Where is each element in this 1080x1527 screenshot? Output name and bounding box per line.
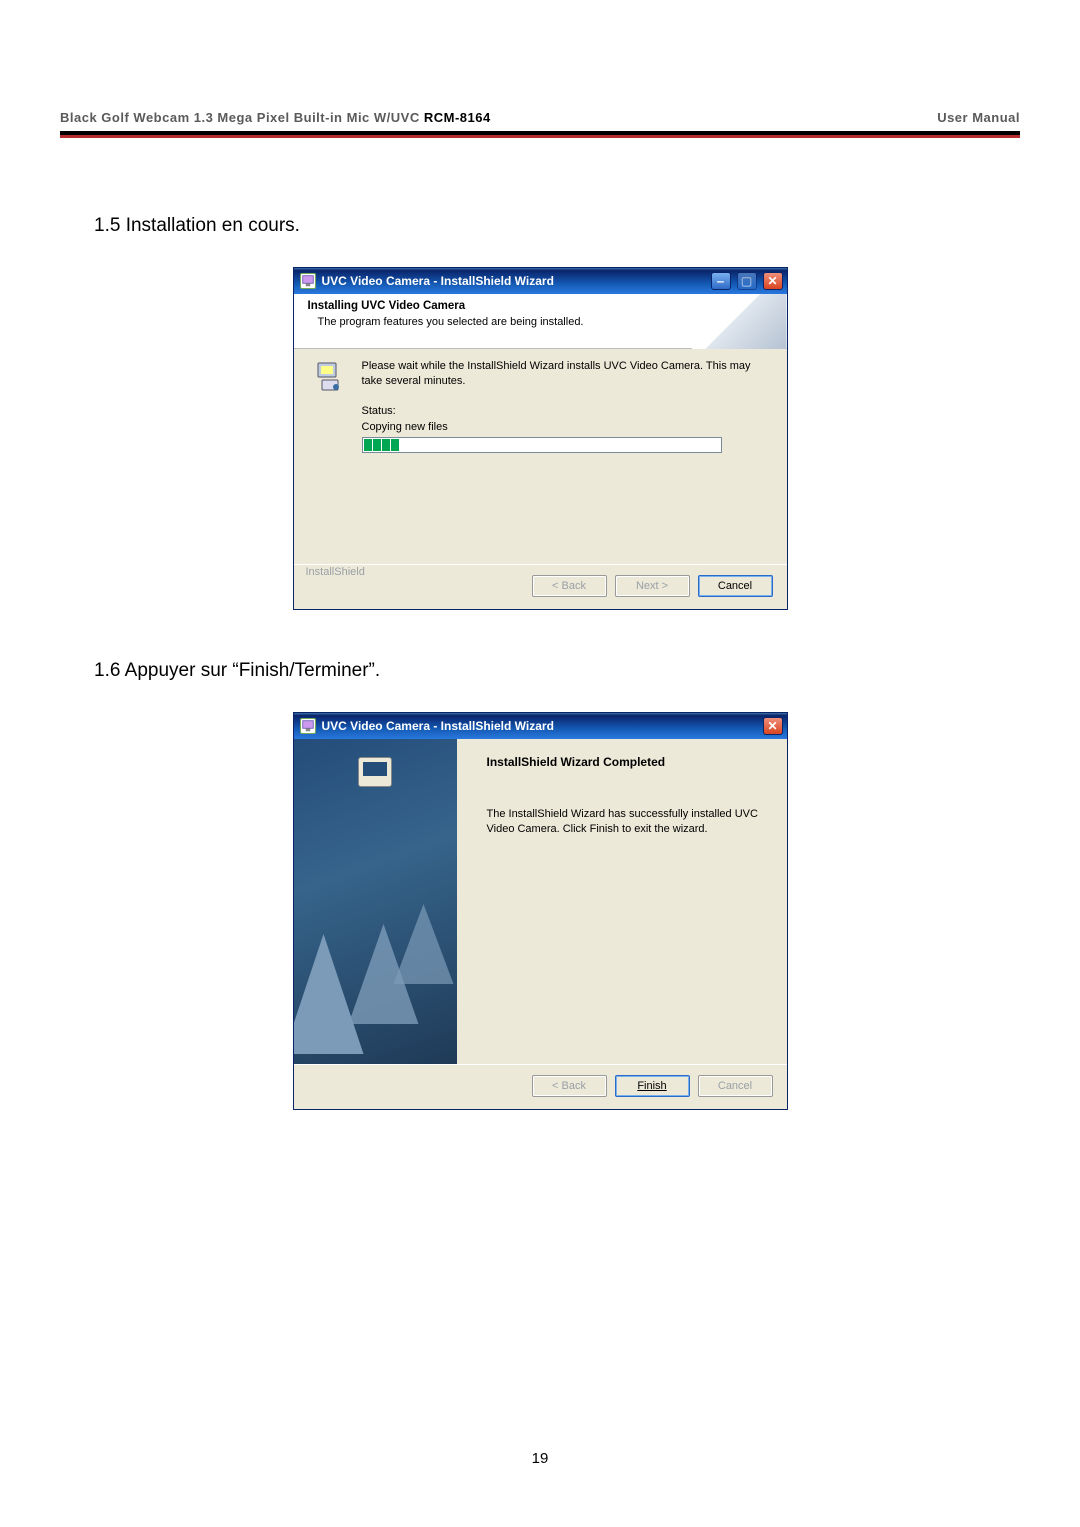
header-model: RCM-8164	[424, 110, 491, 125]
maximize-button: ▢	[737, 272, 757, 290]
progress-bar	[362, 437, 722, 453]
header-left: Black Golf Webcam 1.3 Mega Pixel Built-i…	[60, 110, 491, 125]
header-rule	[60, 131, 1020, 135]
computer-install-icon	[316, 361, 344, 393]
cancel-button: Cancel	[698, 1075, 773, 1097]
minimize-button[interactable]: ‒	[711, 272, 731, 290]
titlebar[interactable]: UVC Video Camera - InstallShield Wizard …	[294, 268, 787, 294]
dialog-title: UVC Video Camera - InstallShield Wizard	[322, 274, 705, 288]
status-label: Status:	[362, 405, 771, 417]
dialog-header-strip: Installing UVC Video Camera The program …	[294, 294, 787, 349]
close-button[interactable]: ✕	[763, 272, 783, 290]
dialog-footer: < Back Finish Cancel	[294, 1064, 787, 1109]
monitor-icon	[358, 757, 392, 787]
wizard-sidebar-image	[294, 739, 457, 1064]
next-button: Next >	[615, 575, 690, 597]
section-title-1-5: 1.5 Installation en cours.	[94, 215, 1020, 237]
install-progress-dialog: UVC Video Camera - InstallShield Wizard …	[293, 267, 788, 610]
section-title-1-6: 1.6 Appuyer sur “Finish/Terminer”.	[94, 660, 1020, 682]
cancel-button[interactable]: Cancel	[698, 575, 773, 597]
installer-icon	[300, 718, 316, 734]
status-value: Copying new files	[362, 421, 771, 433]
install-completed-dialog: UVC Video Camera - InstallShield Wizard …	[293, 712, 788, 1110]
document-page: Black Golf Webcam 1.3 Mega Pixel Built-i…	[0, 0, 1080, 1527]
dialog-body-text: Please wait while the InstallShield Wiza…	[362, 359, 771, 389]
completed-body-text: The InstallShield Wizard has successfull…	[487, 807, 773, 838]
header-right: User Manual	[937, 110, 1020, 125]
completed-heading: InstallShield Wizard Completed	[487, 755, 773, 769]
installshield-brand: InstallShield	[302, 566, 369, 578]
dialog-heading: Installing UVC Video Camera	[308, 300, 667, 312]
page-header: Black Golf Webcam 1.3 Mega Pixel Built-i…	[60, 110, 1020, 125]
header-graphic	[692, 294, 787, 349]
close-button[interactable]: ✕	[763, 717, 783, 735]
installer-icon	[300, 273, 316, 289]
back-button: < Back	[532, 1075, 607, 1097]
titlebar[interactable]: UVC Video Camera - InstallShield Wizard …	[294, 713, 787, 739]
header-product-name: Black Golf Webcam 1.3 Mega Pixel Built-i…	[60, 110, 424, 125]
back-button: < Back	[532, 575, 607, 597]
page-number: 19	[0, 1450, 1080, 1467]
dialog-title: UVC Video Camera - InstallShield Wizard	[322, 719, 757, 733]
finish-button[interactable]: Finish	[615, 1075, 690, 1097]
dialog-footer: InstallShield < Back Next > Cancel	[294, 564, 787, 609]
dialog-subheading: The program features you selected are be…	[318, 316, 667, 328]
